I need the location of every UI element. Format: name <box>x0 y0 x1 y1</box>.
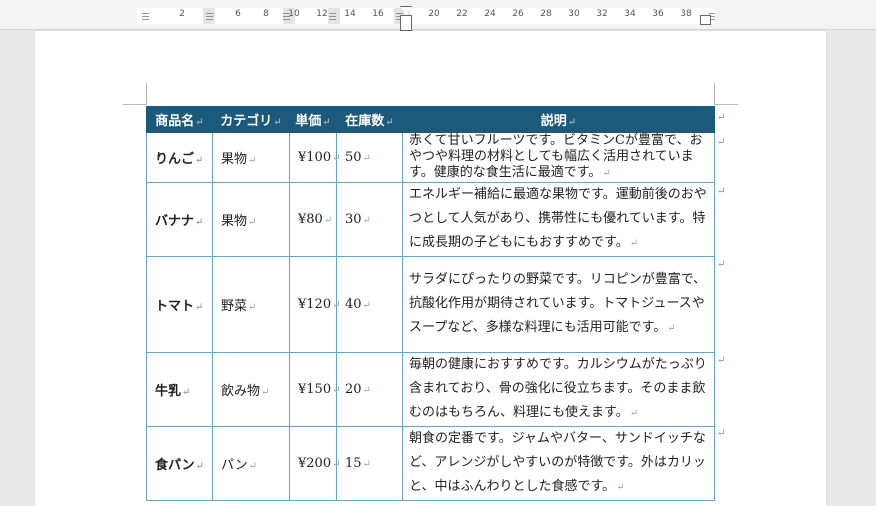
right-indent-marker[interactable] <box>700 15 711 25</box>
cell-description[interactable]: エネルギー補給に最適な果物です。運動前後のおやつとして人気があり、携帯性にも優れ… <box>402 182 715 257</box>
ruler-tick: 12 <box>316 9 328 19</box>
table-row: りんご↵ 果物↵ ¥100↵ 50↵ 赤くて甘いフルーツです。ビタミンCが豊富で… <box>146 132 715 183</box>
header-category[interactable]: カテゴリ↵ <box>212 106 290 133</box>
ruler-tick: 2 <box>179 9 185 19</box>
end-of-row-mark: ↵ <box>717 137 726 148</box>
product-table[interactable]: 商品名↵ カテゴリ↵ 単価↵ 在庫数↵ 説明↵ りんご↵ 果物↵ ¥100↵ 5… <box>146 106 715 501</box>
ruler-tick: 36 <box>652 9 664 19</box>
cell-name[interactable]: バナナ↵ <box>146 182 213 257</box>
horizontal-ruler[interactable]: 2 6 8 10 12 14 16 20 22 24 26 28 30 32 3… <box>0 0 876 31</box>
cell-name[interactable]: りんご↵ <box>146 132 213 183</box>
end-of-row-mark: ↵ <box>717 259 726 270</box>
header-product-name[interactable]: 商品名↵ <box>146 106 213 133</box>
cell-description[interactable]: サラダにぴったりの野菜です。リコピンが豊富で、抗酸化作用が期待されています。トマ… <box>402 256 715 353</box>
cell-category[interactable]: 果物↵ <box>212 132 290 183</box>
cell-description[interactable]: 毎朝の健康におすすめです。カルシウムがたっぷり含まれており、骨の強化に役立ちます… <box>402 352 715 427</box>
ruler-tick: 14 <box>344 9 356 19</box>
table-row: 牛乳↵ 飲み物↵ ¥150↵ 20↵ 毎朝の健康におすすめです。カルシウムがたっ… <box>146 352 715 427</box>
ruler-tick: 8 <box>263 9 269 19</box>
column-marker[interactable] <box>329 11 336 20</box>
table-row: 食パン↵ パン↵ ¥200↵ 15↵ 朝食の定番です。ジャムやバター、サンドイッ… <box>146 426 715 501</box>
end-of-row-mark: ↵ <box>717 186 726 197</box>
ruler-tick: 24 <box>484 9 496 19</box>
ruler-tick: 38 <box>680 9 692 19</box>
ruler-tick: 22 <box>456 9 468 19</box>
column-marker[interactable] <box>206 11 213 20</box>
margin-guide <box>714 104 738 105</box>
column-marker[interactable] <box>142 11 149 20</box>
document-page[interactable]: 商品名↵ カテゴリ↵ 単価↵ 在庫数↵ 説明↵ りんご↵ 果物↵ ¥100↵ 5… <box>35 31 826 506</box>
cell-stock[interactable]: 30↵ <box>336 182 403 257</box>
table-header-row: 商品名↵ カテゴリ↵ 単価↵ 在庫数↵ 説明↵ <box>146 106 715 133</box>
cell-price[interactable]: ¥100↵ <box>289 132 340 183</box>
cell-price[interactable]: ¥200↵ <box>289 426 340 501</box>
ruler-tick: 20 <box>428 9 440 19</box>
cell-price[interactable]: ¥80↵ <box>289 182 337 257</box>
ruler-tick: 10 <box>288 9 300 19</box>
cell-stock[interactable]: 20↵ <box>336 352 403 427</box>
header-price[interactable]: 単価↵ <box>289 106 337 133</box>
table-row: バナナ↵ 果物↵ ¥80↵ 30↵ エネルギー補給に最適な果物です。運動前後のお… <box>146 182 715 257</box>
cell-stock[interactable]: 40↵ <box>336 256 403 353</box>
end-of-row-mark: ↵ <box>717 428 726 439</box>
cell-stock[interactable]: 50↵ <box>336 132 403 183</box>
ruler-tick: 28 <box>540 9 552 19</box>
cell-price[interactable]: ¥150↵ <box>289 352 340 427</box>
left-indent-marker[interactable] <box>400 15 412 31</box>
cell-category[interactable]: 野菜↵ <box>212 256 290 353</box>
end-of-row-mark: ↵ <box>717 355 726 366</box>
cell-name[interactable]: 牛乳↵ <box>146 352 213 427</box>
end-of-row-mark: ↵ <box>717 112 726 123</box>
table-row: トマト↵ 野菜↵ ¥120↵ 40↵ サラダにぴったりの野菜です。リコピンが豊富… <box>146 256 715 353</box>
cell-price[interactable]: ¥120↵ <box>289 256 340 353</box>
cell-name[interactable]: 食パン↵ <box>146 426 213 501</box>
cell-description[interactable]: 赤くて甘いフルーツです。ビタミンCが豊富で、おやつや料理の材料としても幅広く活用… <box>402 132 715 183</box>
ruler-tick: 30 <box>568 9 580 19</box>
cell-category[interactable]: 果物↵ <box>212 182 290 257</box>
cell-name[interactable]: トマト↵ <box>146 256 213 353</box>
header-description[interactable]: 説明↵ <box>402 106 715 133</box>
cell-category[interactable]: パン↵ <box>212 426 290 501</box>
ruler-tick: 32 <box>596 9 608 19</box>
margin-guide <box>714 83 715 105</box>
ruler-tick: 16 <box>372 9 384 19</box>
header-stock[interactable]: 在庫数↵ <box>336 106 403 133</box>
cell-description[interactable]: 朝食の定番です。ジャムやバター、サンドイッチなど、アレンジがしやすいのが特徴です… <box>402 426 715 501</box>
ruler-tick: 6 <box>235 9 241 19</box>
ruler-tick: 26 <box>512 9 524 19</box>
ruler-tick: 34 <box>624 9 636 19</box>
margin-guide <box>146 83 147 105</box>
cell-category[interactable]: 飲み物↵ <box>212 352 290 427</box>
cell-stock[interactable]: 15↵ <box>336 426 403 501</box>
margin-guide <box>123 104 147 105</box>
